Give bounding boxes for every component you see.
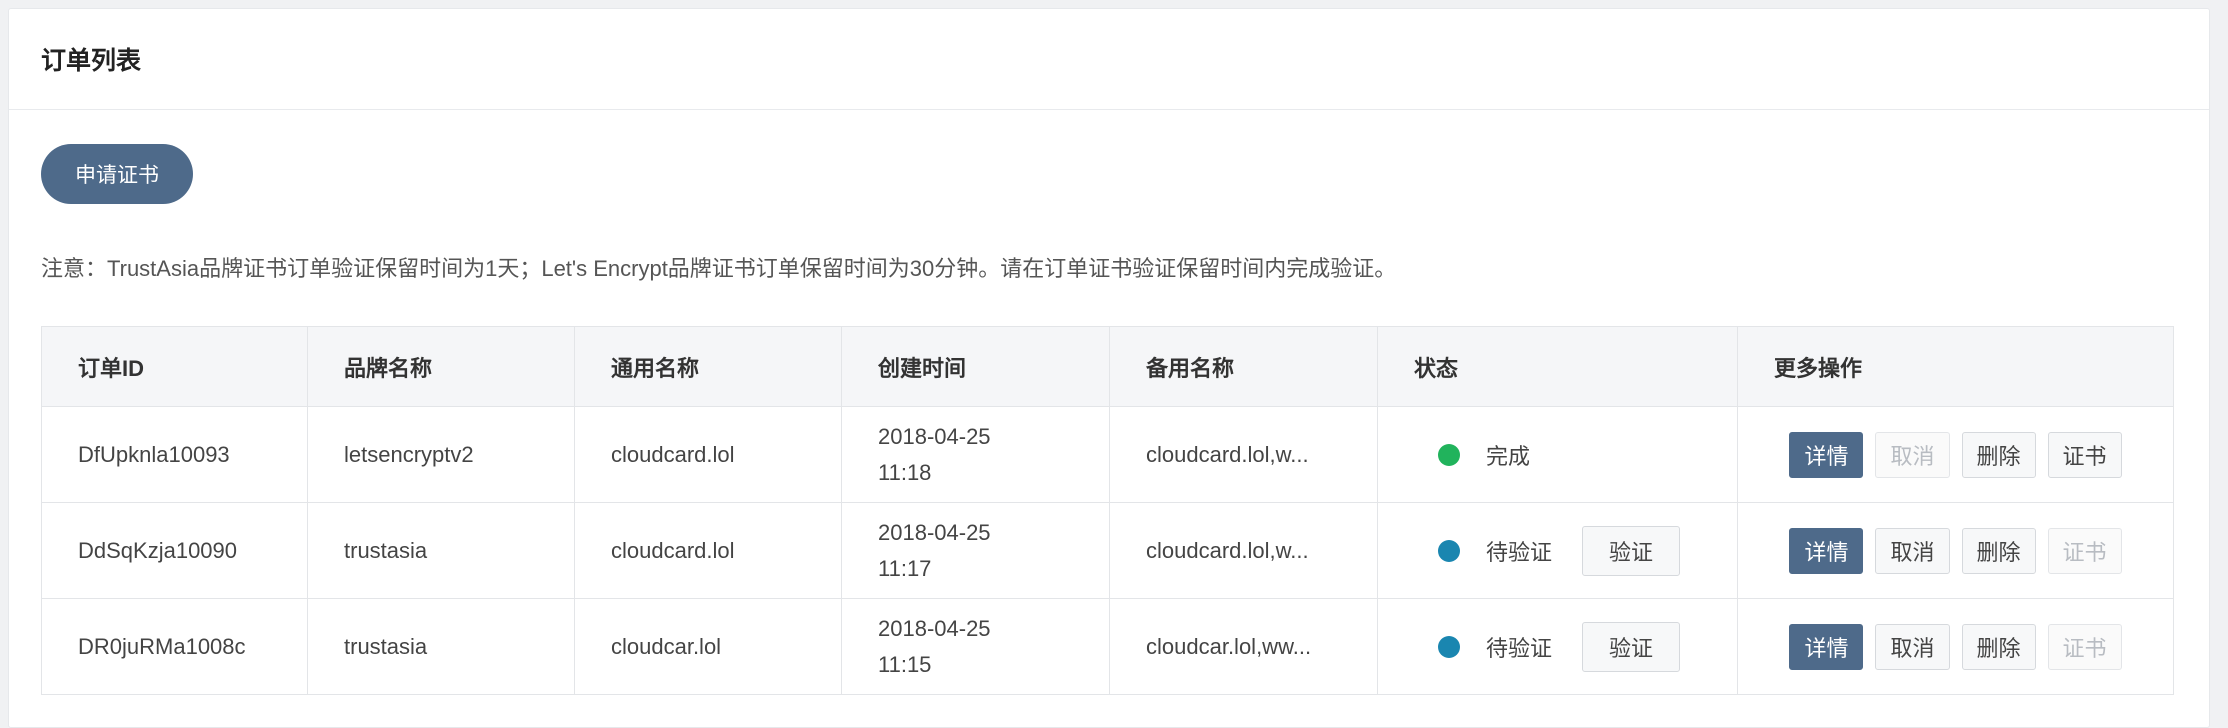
column-header-created-time: 创建时间: [841, 326, 1110, 407]
brand-cell: trustasia: [307, 598, 575, 695]
column-header-order-id: 订单ID: [41, 326, 308, 407]
alt-names-cell: cloudcard.lol,w...: [1109, 502, 1378, 599]
status-cell: 完成: [1377, 406, 1738, 503]
panel-header: 订单列表: [9, 9, 2209, 110]
status-dot-icon: [1438, 635, 1460, 658]
column-header-status: 状态: [1377, 326, 1738, 407]
brand-cell: trustasia: [307, 502, 575, 599]
apply-certificate-button[interactable]: 申请证书: [41, 144, 193, 204]
order-id-cell: DdSqKzja10090: [41, 502, 308, 599]
certificate-button[interactable]: 证书: [2047, 431, 2122, 478]
verify-button[interactable]: 验证: [1582, 525, 1681, 576]
actions-cell: 详情 取消 删除 证书: [1737, 406, 2174, 503]
created-time-cell: 2018-04-25 11:15: [841, 598, 1110, 695]
created-time-cell: 2018-04-25 11:18: [841, 406, 1110, 503]
created-date: 2018-04-25: [878, 615, 991, 641]
column-header-common-name: 通用名称: [574, 326, 842, 407]
delete-button[interactable]: 删除: [1961, 527, 2036, 574]
column-header-more-actions: 更多操作: [1737, 326, 2174, 407]
status-dot-icon: [1438, 443, 1460, 466]
created-date: 2018-04-25: [878, 423, 991, 449]
order-id-cell: DR0juRMa1008c: [41, 598, 308, 695]
notice-text: 注意：TrustAsia品牌证书订单验证保留时间为1天；Let's Encryp…: [41, 256, 1397, 281]
page-title: 订单列表: [41, 47, 142, 75]
table-row: DfUpknla10093 letsencryptv2 cloudcard.lo…: [41, 406, 2174, 503]
status-text: 完成: [1486, 443, 1531, 469]
certificate-button: 证书: [2047, 527, 2122, 574]
order-id-cell: DfUpknla10093: [41, 406, 308, 503]
alt-names-cell: cloudcard.lol,w...: [1109, 406, 1378, 503]
detail-button[interactable]: 详情: [1789, 623, 1864, 670]
brand-cell: letsencryptv2: [307, 406, 575, 503]
column-header-brand: 品牌名称: [307, 326, 575, 407]
alt-names-cell: cloudcar.lol,ww...: [1109, 598, 1378, 695]
status-cell: 待验证 验证: [1377, 598, 1738, 695]
verify-button[interactable]: 验证: [1582, 621, 1681, 672]
column-header-alt-names: 备用名称: [1109, 326, 1378, 407]
cancel-button[interactable]: 取消: [1875, 527, 1950, 574]
common-name-cell: cloudcar.lol: [574, 598, 842, 695]
created-date: 2018-04-25: [878, 519, 991, 545]
cancel-button[interactable]: 取消: [1875, 623, 1950, 670]
table-row: DdSqKzja10090 trustasia cloudcard.lol 20…: [41, 502, 2174, 599]
created-time-cell: 2018-04-25 11:17: [841, 502, 1110, 599]
created-clock: 11:15: [878, 651, 932, 677]
actions-cell: 详情 取消 删除 证书: [1737, 502, 2174, 599]
cancel-button: 取消: [1875, 431, 1950, 478]
delete-button[interactable]: 删除: [1961, 431, 2036, 478]
detail-button[interactable]: 详情: [1789, 527, 1864, 574]
status-text: 待验证: [1486, 539, 1553, 565]
status-cell: 待验证 验证: [1377, 502, 1738, 599]
common-name-cell: cloudcard.lol: [574, 502, 842, 599]
status-text: 待验证: [1486, 635, 1553, 661]
created-clock: 11:18: [878, 459, 932, 485]
actions-cell: 详情 取消 删除 证书: [1737, 598, 2174, 695]
orders-table: 订单ID 品牌名称 通用名称 创建时间 备用名称 状态 更多操作 DfUpknl…: [41, 326, 2174, 695]
detail-button[interactable]: 详情: [1789, 431, 1864, 478]
panel-body: 申请证书 注意：TrustAsia品牌证书订单验证保留时间为1天；Let's E…: [9, 110, 2209, 695]
table-row: DR0juRMa1008c trustasia cloudcar.lol 201…: [41, 598, 2174, 695]
common-name-cell: cloudcard.lol: [574, 406, 842, 503]
order-list-panel: 订单列表 申请证书 注意：TrustAsia品牌证书订单验证保留时间为1天；Le…: [8, 8, 2210, 728]
created-clock: 11:17: [878, 555, 932, 581]
delete-button[interactable]: 删除: [1961, 623, 2036, 670]
status-dot-icon: [1438, 539, 1460, 562]
certificate-button: 证书: [2047, 623, 2122, 670]
table-header-row: 订单ID 品牌名称 通用名称 创建时间 备用名称 状态 更多操作: [41, 326, 2174, 407]
